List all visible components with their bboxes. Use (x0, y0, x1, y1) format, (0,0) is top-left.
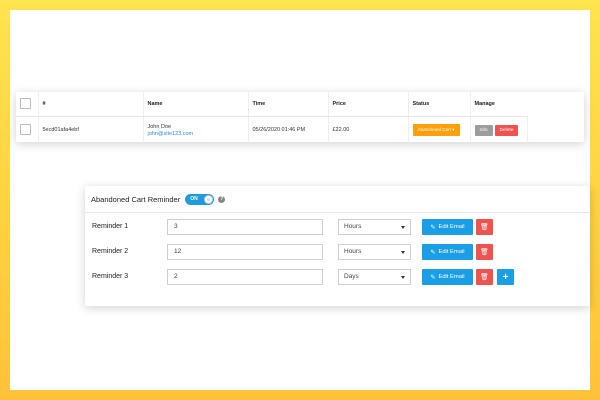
order-id: 5ecd01afa4ebf (38, 116, 144, 143)
chevron-down-icon: ▾ (452, 127, 455, 132)
orders-table-card: # Name Time Price Status Manage 5ecd01af… (16, 92, 584, 143)
toggle-knob: III (204, 194, 214, 204)
reminder-toggle[interactable]: ON III (185, 193, 215, 205)
reminder-unit-select[interactable]: Hours (338, 244, 411, 260)
row-checkbox[interactable] (20, 123, 31, 135)
reminder-unit-select[interactable]: Days (338, 269, 411, 285)
reminder-label: Reminder 1 (92, 223, 129, 230)
manage-cell: Info Delete (470, 116, 528, 143)
reminder-unit-value: Hours (344, 223, 362, 230)
add-reminder-button[interactable]: + (497, 269, 514, 285)
edit-icon: ✎ (430, 274, 436, 281)
reminder-value-input[interactable]: 12 (167, 244, 323, 260)
trash-icon: 🗑 (480, 274, 489, 281)
reminder-label: Reminder 3 (92, 273, 129, 280)
toggle-on-label: ON (190, 196, 198, 202)
edit-icon: ✎ (430, 224, 436, 231)
select-all-cell[interactable] (16, 92, 39, 117)
table-header-row: # Name Time Price Status Manage (16, 92, 584, 117)
orders-table: # Name Time Price Status Manage 5ecd01af… (16, 92, 584, 143)
delete-reminder-button[interactable]: 🗑 (476, 244, 493, 260)
caret-down-icon (401, 251, 405, 254)
delete-reminder-button[interactable]: 🗑 (476, 269, 493, 285)
reminder-title: Abandoned Cart Reminder (91, 194, 181, 204)
edit-icon: ✎ (430, 249, 436, 256)
status-dropdown[interactable]: Abandoned Cart ▾ (412, 124, 460, 136)
edit-email-label: Edit Email (438, 249, 465, 255)
edit-email-button[interactable]: ✎ Edit Email (422, 219, 473, 235)
edit-email-button[interactable]: ✎ Edit Email (422, 244, 473, 260)
status-cell: Abandoned Cart ▾ (408, 116, 471, 143)
select-all-checkbox[interactable] (20, 97, 31, 109)
customer-cell: John Doe john@site123.com (143, 116, 249, 143)
reminder-unit-value: Days (344, 273, 359, 280)
reminder-row-2: Reminder 2 12 Hours ✎ Edit Email 🗑 (85, 244, 590, 262)
abandoned-cart-reminder-card: Abandoned Cart Reminder ON III ? Reminde… (85, 186, 590, 306)
reminder-value-input[interactable]: 3 (167, 219, 323, 235)
caret-down-icon (401, 226, 405, 229)
column-header-name: Name (143, 92, 249, 117)
delete-button[interactable]: Delete (494, 124, 519, 136)
reminder-row-3: Reminder 3 2 Days ✎ Edit Email 🗑 + (85, 269, 590, 287)
edit-email-button[interactable]: ✎ Edit Email (422, 269, 473, 285)
table-row: 5ecd01afa4ebf John Doe john@site123.com … (16, 116, 584, 143)
column-header-manage: Manage (470, 92, 527, 117)
trash-icon: 🗑 (480, 249, 489, 256)
customer-name: John Doe (147, 123, 172, 130)
order-time: 05/26/2020 01:46 PM (248, 116, 329, 143)
reminder-label: Reminder 2 (92, 248, 129, 255)
customer-email-link[interactable]: john@site123.com (148, 131, 244, 137)
reminder-row-1: Reminder 1 3 Hours ✎ Edit Email 🗑 (85, 219, 590, 237)
reminder-header: Abandoned Cart Reminder ON III ? (85, 186, 590, 213)
screen-canvas: # Name Time Price Status Manage 5ecd01af… (10, 10, 590, 390)
info-button[interactable]: Info (474, 124, 493, 136)
column-header-time: Time (248, 92, 329, 117)
order-price: £22.00 (328, 116, 409, 143)
delete-reminder-button[interactable]: 🗑 (476, 219, 493, 235)
edit-email-label: Edit Email (438, 274, 465, 280)
row-select-cell[interactable] (16, 116, 39, 143)
edit-email-label: Edit Email (438, 224, 465, 230)
caret-down-icon (401, 276, 405, 279)
column-header-price: Price (328, 92, 409, 117)
reminder-unit-value: Hours (344, 248, 362, 255)
trash-icon: 🗑 (480, 224, 489, 231)
reminder-unit-select[interactable]: Hours (338, 219, 411, 235)
column-header-id: # (38, 92, 144, 117)
column-header-status: Status (408, 92, 471, 117)
plus-icon: + (502, 271, 509, 283)
help-icon[interactable]: ? (218, 195, 226, 203)
status-label: Abandoned Cart (417, 127, 451, 132)
reminder-value-input[interactable]: 2 (167, 269, 323, 285)
